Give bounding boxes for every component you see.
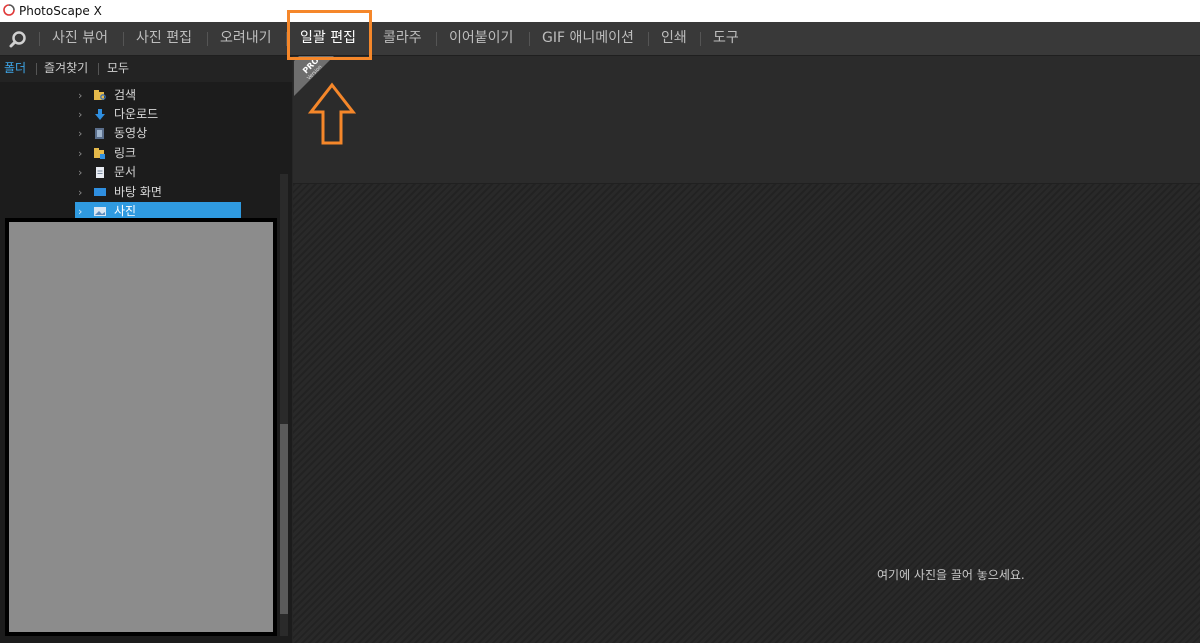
tree-item-label: 바탕 화면: [114, 185, 162, 199]
link-folder-icon: [94, 148, 105, 159]
window-title: PhotoScape X: [19, 4, 102, 18]
chevron-right-icon[interactable]: ›: [78, 163, 88, 182]
menu-divider: [648, 32, 649, 46]
highlight-box: [287, 10, 372, 60]
tab-favorites[interactable]: 즐겨찾기: [44, 56, 88, 80]
picture-icon: [94, 207, 106, 216]
chevron-right-icon[interactable]: ›: [78, 105, 88, 124]
menu-photo-viewer[interactable]: 사진 뷰어: [52, 22, 108, 55]
tree-item-label: 링크: [114, 146, 137, 160]
menu-tools[interactable]: 도구: [713, 22, 739, 55]
tree-item-label: 다운로드: [114, 107, 159, 121]
menu-combine[interactable]: 이어붙이기: [449, 22, 513, 55]
menu-divider: [39, 32, 40, 46]
menu-divider: [529, 32, 530, 46]
tree-item-desktop[interactable]: › 바탕 화면: [75, 183, 241, 202]
tab-folders[interactable]: 폴더: [4, 56, 26, 80]
scrollbar-thumb[interactable]: [280, 424, 288, 614]
up-arrow-annotation-icon: [308, 82, 356, 145]
app-logo-icon: [3, 4, 15, 16]
video-icon: [95, 128, 104, 139]
menu-divider: [436, 32, 437, 46]
menu-collage[interactable]: 콜라주: [383, 22, 422, 55]
title-bar: PhotoScape X: [0, 0, 1200, 22]
chevron-right-icon[interactable]: ›: [78, 144, 88, 163]
tree-item-links[interactable]: › 링크: [75, 144, 241, 163]
document-icon: [96, 167, 104, 178]
menu-print[interactable]: 인쇄: [661, 22, 687, 55]
batch-toolbar-area: [293, 56, 1200, 184]
chevron-right-icon[interactable]: ›: [78, 183, 88, 202]
folder-sidebar: 폴더 즐겨찾기 모두 › 검색 › 다운로드 › 동영상 › 링크 › 문서 ›…: [0, 56, 292, 643]
search-icon[interactable]: [8, 29, 28, 49]
tree-item-downloads[interactable]: › 다운로드: [75, 105, 241, 124]
menu-gif-animation[interactable]: GIF 애니메이션: [542, 22, 634, 55]
main-menu-bar: 사진 뷰어 사진 편집 오려내기 일괄 편집 콜라주 이어붙이기 GIF 애니메…: [0, 22, 1200, 56]
download-arrow-icon: [95, 109, 105, 120]
menu-divider: [207, 32, 208, 46]
tab-divider: [36, 63, 37, 75]
search-folder-icon: [94, 90, 106, 100]
tree-item-videos[interactable]: › 동영상: [75, 124, 241, 143]
drop-hint-text: 여기에 사진을 끌어 놓으세요.: [877, 568, 1025, 582]
menu-divider: [700, 32, 701, 46]
chevron-right-icon[interactable]: ›: [78, 86, 88, 105]
photo-drop-zone[interactable]: [293, 184, 1200, 643]
tree-item-search[interactable]: › 검색: [75, 86, 241, 105]
tab-all[interactable]: 모두: [107, 56, 129, 80]
image-preview-panel: [5, 218, 277, 636]
tree-item-label: 문서: [114, 165, 137, 179]
tree-item-documents[interactable]: › 문서: [75, 163, 241, 182]
desktop-icon: [94, 188, 106, 196]
chevron-right-icon[interactable]: ›: [78, 124, 88, 143]
sidebar-tabs: 폴더 즐겨찾기 모두: [0, 56, 292, 82]
menu-photo-editor[interactable]: 사진 편집: [136, 22, 192, 55]
menu-divider: [123, 32, 124, 46]
tree-item-label: 검색: [114, 88, 137, 102]
menu-cut-out[interactable]: 오려내기: [220, 22, 272, 55]
tab-divider: [98, 63, 99, 75]
tree-item-label: 동영상: [114, 126, 148, 140]
